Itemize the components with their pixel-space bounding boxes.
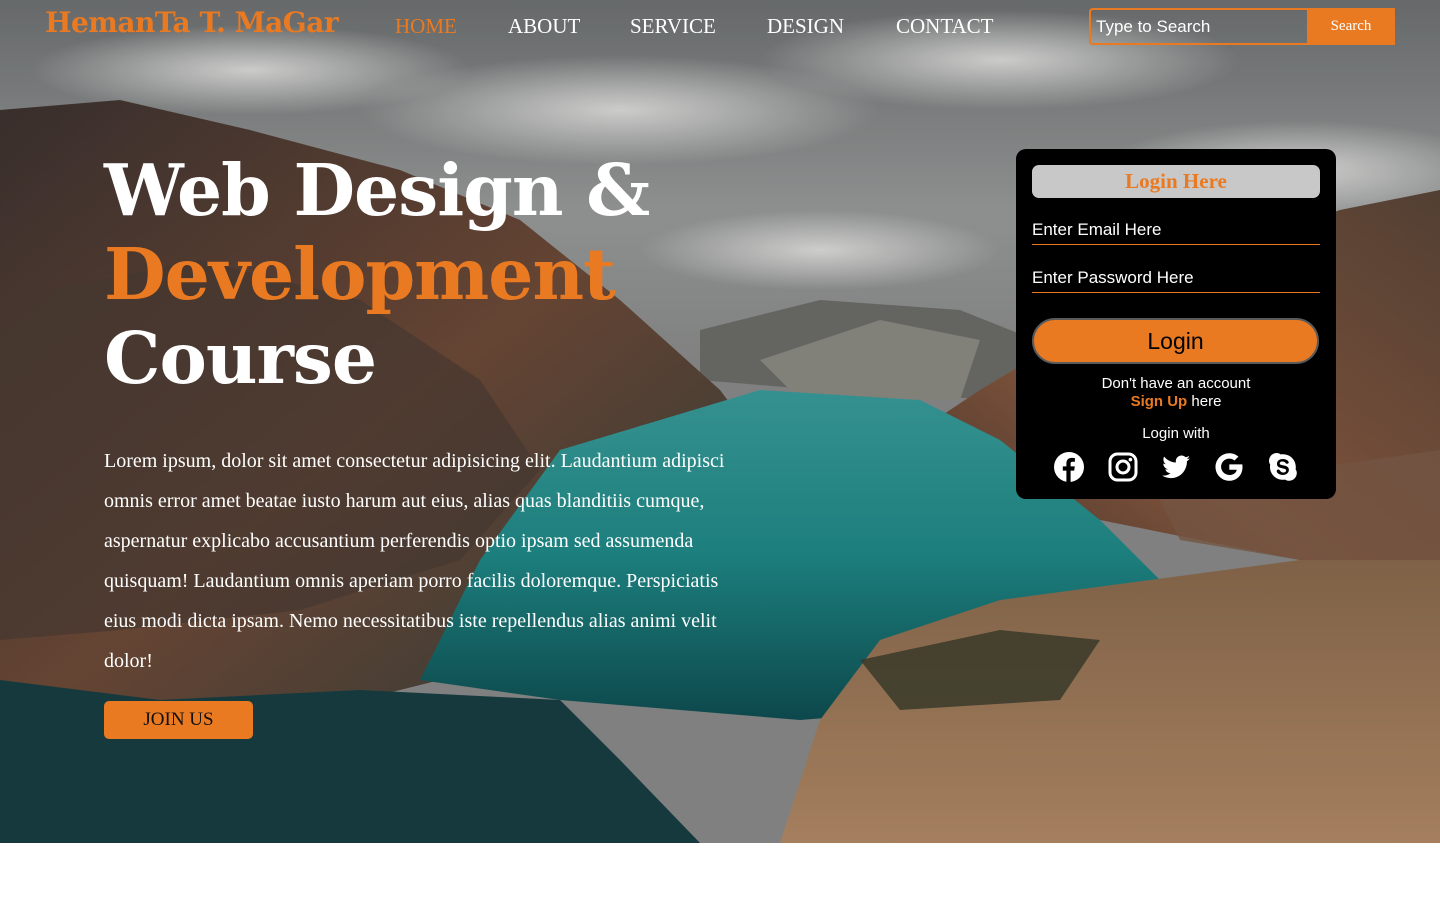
no-account-text: Don't have an account — [1101, 375, 1251, 392]
login-button[interactable]: Login — [1032, 318, 1319, 364]
site-logo[interactable]: HemanTa T. MaGar — [45, 6, 339, 39]
skype-icon[interactable] — [1267, 451, 1299, 483]
login-title: Login Here — [1032, 165, 1320, 198]
hero-title: Web Design & Development Course — [104, 148, 650, 400]
hero-title-line1: Web Design & — [104, 148, 650, 232]
facebook-icon[interactable] — [1053, 451, 1085, 483]
login-with-label: Login with — [1142, 425, 1210, 442]
hero-description: Lorem ipsum, dolor sit amet consectetur … — [104, 450, 725, 672]
nav-service[interactable]: SERVICE — [630, 14, 716, 39]
search-button[interactable]: Search — [1307, 8, 1395, 45]
password-field[interactable] — [1032, 263, 1320, 293]
signup-link[interactable]: Sign Up — [1131, 393, 1188, 410]
email-field[interactable] — [1032, 215, 1320, 245]
signup-prompt: Don't have an account Sign Up here — [1016, 375, 1336, 411]
search-input[interactable] — [1089, 8, 1308, 45]
login-card: Login Here Login Don't have an account S… — [1016, 149, 1336, 499]
join-us-button[interactable]: JOIN US — [104, 701, 253, 739]
signup-suffix: here — [1191, 393, 1222, 410]
twitter-icon[interactable] — [1160, 451, 1192, 483]
nav-design[interactable]: DESIGN — [767, 14, 844, 39]
hero-title-line3: Course — [104, 316, 377, 400]
nav-about[interactable]: ABOUT — [508, 14, 580, 39]
nav-contact[interactable]: CONTACT — [896, 14, 993, 39]
google-icon[interactable] — [1213, 451, 1245, 483]
instagram-icon[interactable] — [1107, 451, 1139, 483]
hero-title-line2: Development — [104, 232, 616, 316]
nav-home[interactable]: HOME — [395, 14, 457, 39]
